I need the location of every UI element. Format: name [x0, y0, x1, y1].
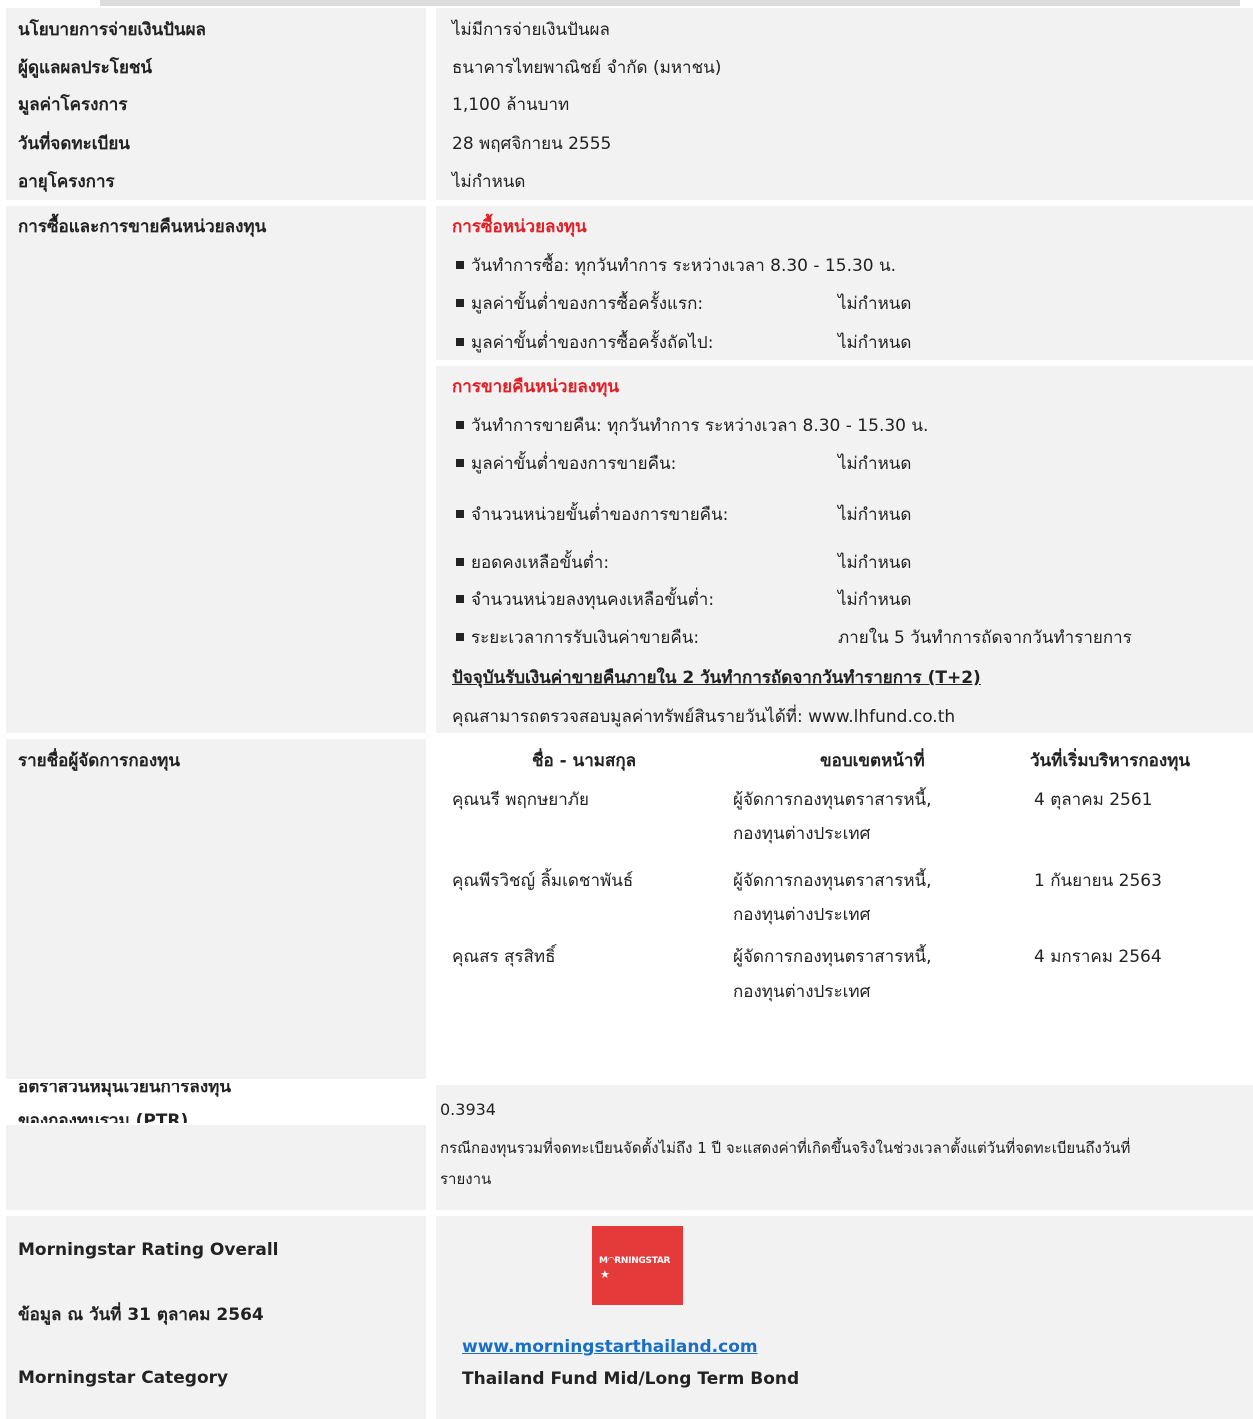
ptr-label-line1: อัตราส่วนหมุนเวียนการลงทุน [18, 1083, 231, 1097]
manager-start-date: 1 กันยายน 2563 [1034, 871, 1162, 891]
ptr-label-line2: ของกองทุนรวม (PTR) [18, 1111, 189, 1123]
bullet-icon [456, 558, 464, 566]
dividend-policy-value: ไม่มีการจ่ายเงินปันผล [452, 20, 610, 40]
current-settlement-note: ปัจจุบันรับเงินค่าขายคืนภายใน 2 วันทำการ… [452, 668, 981, 688]
purchase-min-next-value: ไม่กำหนด [838, 333, 912, 353]
label-panel-trading [6, 206, 426, 733]
settlement-label: ระยะเวลาการรับเงินค่าขายคืน: [471, 628, 700, 648]
purchase-day-item: วันทำการซื้อ: ทุกวันทำการ ระหว่างเวลา 8.… [456, 256, 896, 276]
min-unit-balance-label: จำนวนหน่วยลงทุนคงเหลือขั้นต่ำ: [471, 590, 715, 610]
manager-role-continued: กองทุนต่างประเทศ [733, 982, 871, 1002]
manager-role-continued: กองทุนต่างประเทศ [733, 905, 871, 925]
morningstar-link[interactable]: www.morningstarthailand.com [462, 1337, 758, 1357]
settlement-value: ภายใน 5 วันทำการถัดจากวันทำรายการ [838, 628, 1132, 648]
redemption-min-units-value: ไม่กำหนด [838, 505, 912, 525]
bullet-icon [456, 421, 464, 429]
manager-role: ผู้จัดการกองทุนตราสารหนี้, [733, 947, 932, 967]
fund-size-label: มูลค่าโครงการ [18, 95, 128, 115]
redemption-min-value-label: มูลค่าขั้นต่ำของการขายคืน: [471, 454, 677, 474]
fund-term-label: อายุโครงการ [18, 172, 115, 192]
manager-role: ผู้จัดการกองทุนตราสารหนี้, [733, 790, 932, 810]
settlement-item: ระยะเวลาการรับเงินค่าขายคืน: [456, 628, 699, 648]
bullet-icon [456, 338, 464, 346]
manager-role-header: ขอบเขตหน้าที่ [820, 751, 925, 771]
min-unit-balance-item: จำนวนหน่วยลงทุนคงเหลือขั้นต่ำ: [456, 590, 714, 610]
manager-name: คุณนรี พฤกษยาภัย [452, 790, 589, 810]
purchase-min-next-item: มูลค่าขั้นต่ำของการซื้อครั้งถัดไป: [456, 333, 713, 353]
registration-date-label: วันที่จดทะเบียน [18, 134, 130, 154]
manager-role-continued: กองทุนต่างประเทศ [733, 824, 871, 844]
redemption-day-item: วันทำการขายคืน: ทุกวันทำการ ระหว่างเวลา … [456, 416, 928, 436]
morningstar-logo-text: M◠RNINGSTAR [599, 1256, 671, 1266]
min-balance-item: ยอดคงเหลือขั้นต่ำ: [456, 553, 609, 573]
redemption-min-units-item: จำนวนหน่วยขั้นต่ำของการขายคืน: [456, 505, 728, 525]
nav-check-note: คุณสามารถตรวจสอบมูลค่าทรัพย์สินรายวันได้… [452, 707, 956, 727]
morningstar-as-of-label: ข้อมูล ณ วันที่ 31 ตุลาคม 2564 [18, 1305, 264, 1325]
star-icon: ★ [600, 1268, 610, 1281]
trading-label: การซื้อและการขายคืนหน่วยลงทุน [18, 217, 267, 237]
morningstar-rating-label: Morningstar Rating Overall [18, 1240, 279, 1260]
bullet-icon [456, 261, 464, 269]
custodian-label: ผู้ดูแลผลประโยชน์ [18, 58, 153, 78]
top-border [100, 0, 1240, 6]
custodian-value: ธนาคารไทยพาณิชย์ จำกัด (มหาชน) [452, 58, 722, 78]
dividend-policy-label: นโยบายการจ่ายเงินปันผล [18, 20, 206, 40]
purchase-day-text: วันทำการซื้อ: ทุกวันทำการ ระหว่างเวลา 8.… [471, 256, 897, 276]
purchase-title: การซื้อหน่วยลงทุน [452, 217, 587, 237]
morningstar-category-label: Morningstar Category [18, 1368, 229, 1388]
ptr-note-line2: รายงาน [440, 1170, 492, 1188]
ptr-note-line1: กรณีกองทุนรวมที่จดทะเบียนจัดตั้งไม่ถึง 1… [440, 1139, 1131, 1157]
purchase-min-first-label: มูลค่าขั้นต่ำของการซื้อครั้งแรก: [471, 294, 704, 314]
bullet-icon [456, 299, 464, 307]
ptr-label: อัตราส่วนหมุนเวียนการลงทุน ของกองทุนรวม … [18, 1083, 418, 1123]
purchase-min-next-label: มูลค่าขั้นต่ำของการซื้อครั้งถัดไป: [471, 333, 714, 353]
morningstar-category-value: Thailand Fund Mid/Long Term Bond [462, 1369, 800, 1389]
manager-name-header: ชื่อ - นามสกุล [532, 751, 637, 771]
redemption-title: การขายคืนหน่วยลงทุน [452, 377, 619, 397]
manager-name: คุณพีรวิชญ์ ลิ้มเดชาพันธ์ [452, 871, 634, 891]
purchase-min-first-value: ไม่กำหนด [838, 294, 912, 314]
registration-date-value: 28 พฤศจิกายน 2555 [452, 134, 612, 154]
manager-start-date: 4 ตุลาคม 2561 [1034, 790, 1153, 810]
bullet-icon [456, 510, 464, 518]
manager-name: คุณสร สุรสิทธิ์ [452, 947, 556, 967]
bullet-icon [456, 459, 464, 467]
redemption-min-value-value: ไม่กำหนด [838, 454, 912, 474]
manager-start-date-header: วันที่เริ่มบริหารกองทุน [1030, 751, 1190, 771]
redemption-min-value-item: มูลค่าขั้นต่ำของการขายคืน: [456, 454, 676, 474]
redemption-day-text: วันทำการขายคืน: ทุกวันทำการ ระหว่างเวลา … [471, 416, 929, 436]
min-balance-value: ไม่กำหนด [838, 553, 912, 573]
fund-size-value: 1,100 ล้านบาท [452, 95, 570, 115]
manager-start-date: 4 มกราคม 2564 [1034, 947, 1162, 967]
fund-term-value: ไม่กำหนด [452, 172, 526, 192]
manager-role: ผู้จัดการกองทุนตราสารหนี้, [733, 871, 932, 891]
fund-managers-label: รายชื่อผู้จัดการกองทุน [18, 751, 180, 771]
bullet-icon [456, 633, 464, 641]
purchase-min-first-item: มูลค่าขั้นต่ำของการซื้อครั้งแรก: [456, 294, 703, 314]
label-panel-managers [6, 739, 426, 1079]
bullet-icon [456, 595, 464, 603]
morningstar-logo: M◠RNINGSTAR ★ [592, 1226, 683, 1305]
min-balance-label: ยอดคงเหลือขั้นต่ำ: [471, 553, 610, 573]
redemption-min-units-label: จำนวนหน่วยขั้นต่ำของการขายคืน: [471, 505, 729, 525]
ptr-value: 0.3934 [440, 1100, 496, 1119]
label-panel-ptr [6, 1125, 426, 1210]
min-unit-balance-value: ไม่กำหนด [838, 590, 912, 610]
